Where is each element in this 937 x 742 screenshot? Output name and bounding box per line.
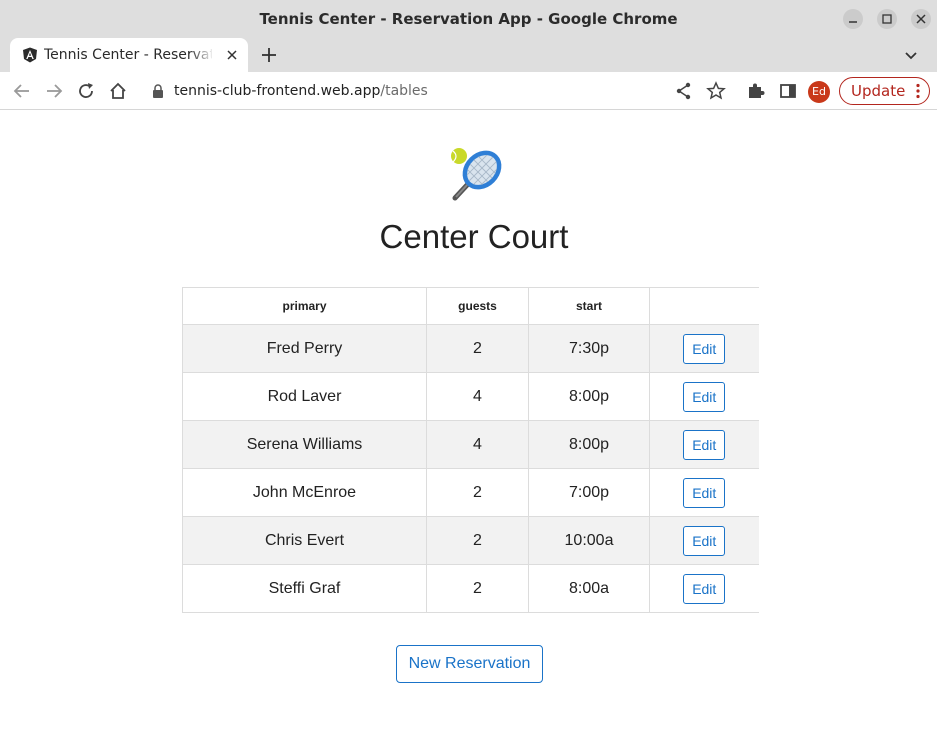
page-title: Center Court [379, 218, 569, 255]
window-titlebar: Tennis Center - Reservation App - Google… [0, 0, 937, 38]
tennis-racket-icon [451, 148, 503, 201]
tab-strip: Tennis Center - Reservation App [0, 38, 937, 72]
cell-action: Edit [649, 324, 759, 373]
cell-guests: 2 [426, 324, 529, 373]
tab-close-icon[interactable] [225, 48, 239, 62]
back-arrow-icon[interactable] [12, 81, 32, 101]
cell-primary: Rod Laver [182, 372, 427, 421]
home-icon[interactable] [108, 81, 128, 101]
window-title: Tennis Center - Reservation App - Google… [259, 10, 678, 28]
cell-guests: 2 [426, 564, 529, 613]
cell-guests: 2 [426, 468, 529, 517]
browser-tab[interactable]: Tennis Center - Reservation App [10, 38, 248, 72]
extensions-puzzle-icon[interactable] [746, 81, 766, 101]
cell-guests: 2 [426, 516, 529, 565]
cell-guests: 4 [426, 420, 529, 469]
bookmark-star-icon[interactable] [706, 81, 726, 101]
cell-start: 8:00a [528, 564, 650, 613]
maximize-icon [882, 14, 892, 24]
column-header-guests: guests [426, 287, 529, 325]
cell-start: 7:30p [528, 324, 650, 373]
cell-action: Edit [649, 468, 759, 517]
more-vert-icon [916, 83, 920, 99]
url-path: /tables [380, 83, 428, 99]
share-icon[interactable] [674, 81, 694, 101]
cell-primary: Steffi Graf [182, 564, 427, 613]
cell-primary: Serena Williams [182, 420, 427, 469]
cell-action: Edit [649, 564, 759, 613]
table-row: Serena Williams 4 8:00p Edit [182, 420, 759, 469]
edit-button[interactable]: Edit [683, 477, 726, 508]
edit-button[interactable]: Edit [683, 381, 726, 412]
lock-icon[interactable] [152, 84, 164, 98]
close-window-button[interactable] [911, 9, 931, 29]
close-icon [916, 14, 926, 24]
cell-start: 8:00p [528, 372, 650, 421]
url-text[interactable]: tennis-club-frontend.web.app/tables [174, 76, 428, 106]
table-header-row: primary guests start [182, 287, 759, 325]
forward-arrow-icon[interactable] [44, 81, 64, 101]
tab-title: Tennis Center - Reservation App [44, 47, 212, 63]
new-tab-icon[interactable] [259, 45, 279, 65]
minimize-icon [849, 21, 857, 23]
table-row: Chris Evert 2 10:00a Edit [182, 516, 759, 565]
update-button[interactable]: Update [839, 77, 930, 105]
cell-start: 10:00a [528, 516, 650, 565]
cell-action: Edit [649, 372, 759, 421]
column-header-primary: primary [182, 287, 427, 325]
reservations-table: primary guests start Fred Perry 2 7:30p … [182, 287, 759, 613]
cell-action: Edit [649, 516, 759, 565]
table-row: Fred Perry 2 7:30p Edit [182, 324, 759, 373]
cell-action: Edit [649, 420, 759, 469]
column-header-actions [649, 287, 759, 325]
table-row: John McEnroe 2 7:00p Edit [182, 468, 759, 517]
reload-icon[interactable] [76, 81, 96, 101]
new-reservation-button[interactable]: New Reservation [396, 645, 543, 683]
edit-button[interactable]: Edit [683, 573, 726, 604]
cell-guests: 4 [426, 372, 529, 421]
edit-button[interactable]: Edit [683, 333, 726, 364]
address-bar[interactable]: tennis-club-frontend.web.app/tables [142, 76, 736, 106]
column-header-start: start [528, 287, 650, 325]
update-label: Update [851, 82, 906, 100]
url-host: tennis-club-frontend.web.app [174, 83, 381, 99]
cell-start: 7:00p [528, 468, 650, 517]
edit-button[interactable]: Edit [683, 525, 726, 556]
cell-start: 8:00p [528, 420, 650, 469]
browser-toolbar: tennis-club-frontend.web.app/tables Ed U… [0, 72, 937, 110]
tab-search-chevron-down-icon[interactable] [901, 45, 921, 65]
cell-primary: Chris Evert [182, 516, 427, 565]
maximize-button[interactable] [877, 9, 897, 29]
profile-avatar[interactable]: Ed [808, 81, 830, 103]
edit-button[interactable]: Edit [683, 429, 726, 460]
cell-primary: John McEnroe [182, 468, 427, 517]
side-panel-icon[interactable] [778, 81, 798, 101]
minimize-button[interactable] [843, 9, 863, 29]
table-row: Rod Laver 4 8:00p Edit [182, 372, 759, 421]
angular-icon [23, 47, 37, 63]
table-row: Steffi Graf 2 8:00a Edit [182, 564, 759, 613]
cell-primary: Fred Perry [182, 324, 427, 373]
